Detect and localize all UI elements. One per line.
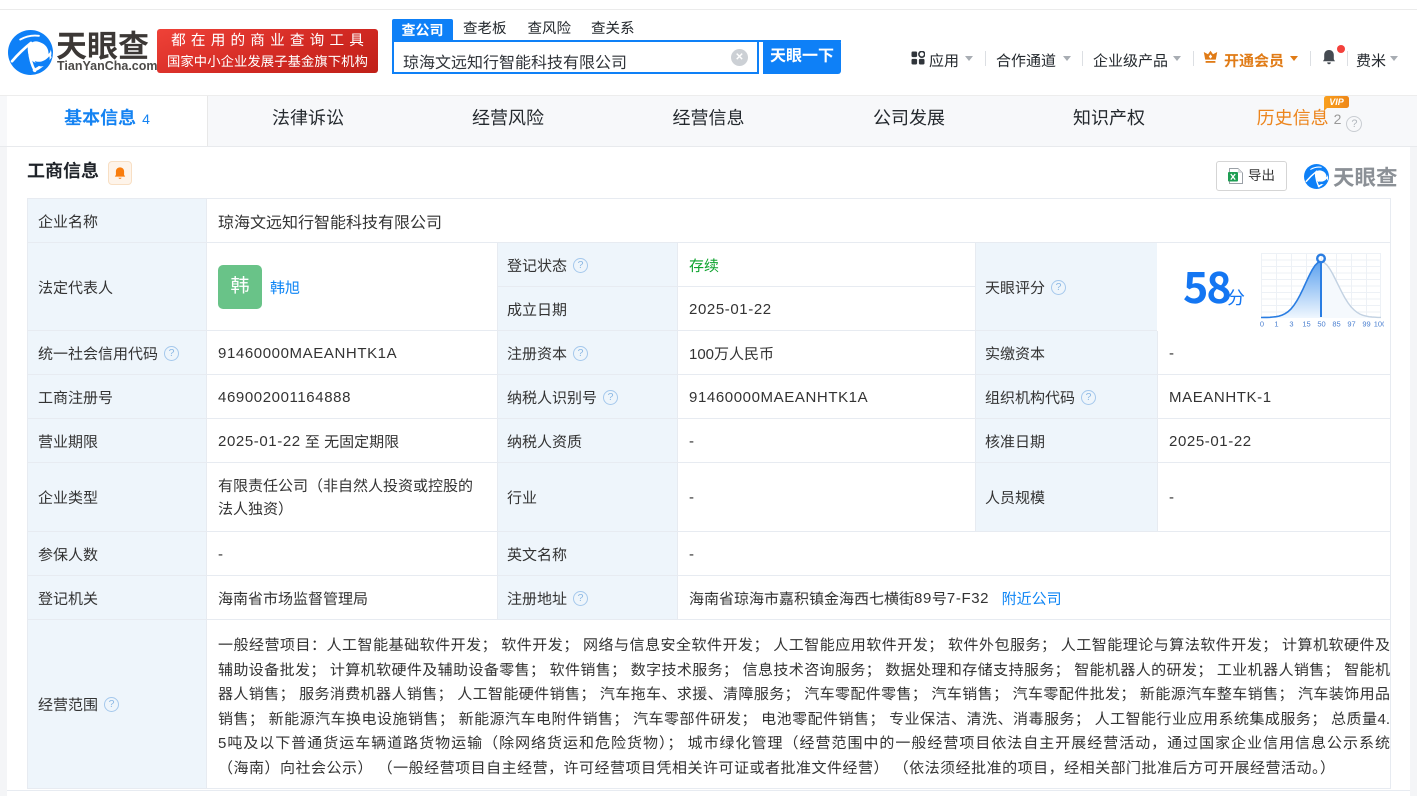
svg-text:99: 99 — [1362, 320, 1370, 329]
svg-text:3: 3 — [1289, 320, 1293, 329]
svg-text:15: 15 — [1302, 320, 1310, 329]
svg-text:1: 1 — [1274, 320, 1278, 329]
svg-text:0: 0 — [1260, 320, 1264, 329]
svg-text:100: 100 — [1374, 320, 1384, 329]
svg-text:97: 97 — [1347, 320, 1355, 329]
svg-text:50: 50 — [1317, 320, 1325, 329]
svg-text:85: 85 — [1332, 320, 1340, 329]
